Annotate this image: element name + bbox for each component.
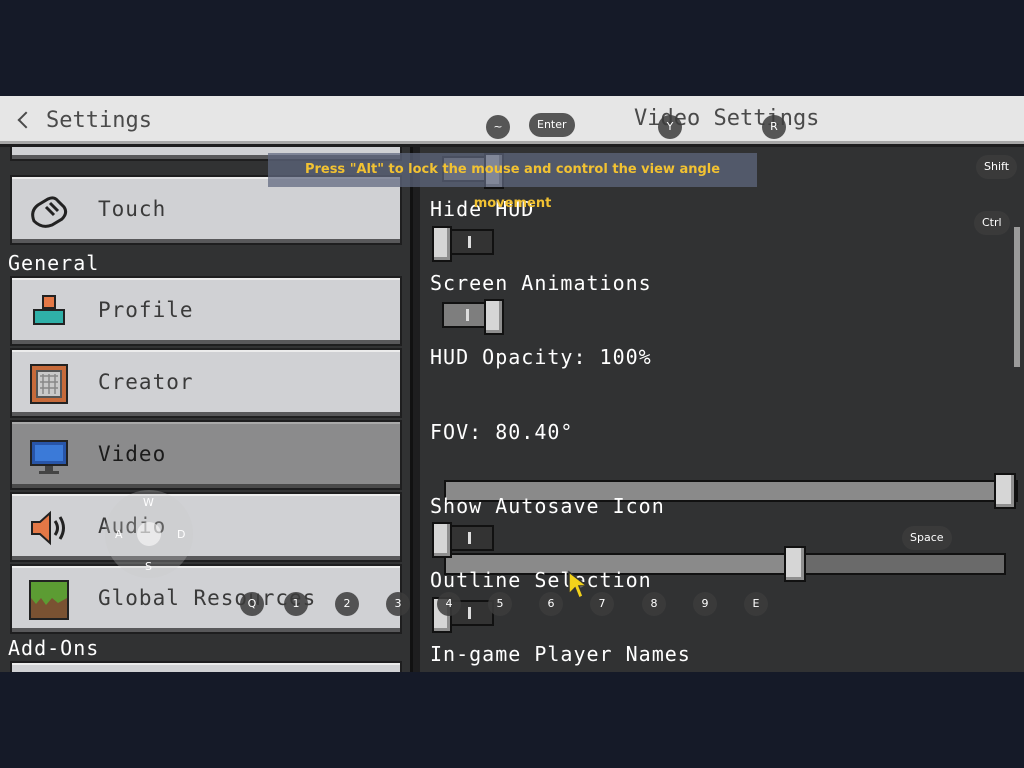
- toggle-knob[interactable]: [484, 299, 504, 335]
- setting-label-screen-animations: Screen Animations: [430, 271, 652, 295]
- key-tilde[interactable]: ~: [486, 115, 510, 139]
- sidebar-item-label: Profile: [98, 298, 194, 322]
- key-r[interactable]: R: [762, 115, 786, 139]
- back-button[interactable]: Settings: [14, 104, 152, 136]
- setting-label-show-autosave-icon: Show Autosave Icon: [430, 494, 665, 518]
- key-1[interactable]: 1: [284, 592, 308, 616]
- touch-icon: [31, 196, 68, 228]
- settings-scrollbar[interactable]: [1014, 227, 1020, 367]
- grass-block-icon: [29, 580, 69, 620]
- toggle-pip: [468, 607, 471, 619]
- toggle-knob[interactable]: [432, 226, 452, 262]
- key-5[interactable]: 5: [488, 592, 512, 616]
- monitor-icon: [30, 440, 68, 474]
- movement-joystick[interactable]: W A S D: [105, 490, 193, 578]
- sidebar-item-label: Video: [98, 442, 167, 466]
- key-4[interactable]: 4: [437, 592, 461, 616]
- setting-label-outline-selection: Outline Selection: [430, 568, 652, 592]
- joystick-w-label: W: [143, 496, 154, 509]
- key-6[interactable]: 6: [539, 592, 563, 616]
- mouse-cursor-icon: [568, 570, 589, 600]
- key-3[interactable]: 3: [386, 592, 410, 616]
- key-y[interactable]: Y: [658, 115, 682, 139]
- key-enter[interactable]: Enter: [529, 113, 575, 137]
- key-shift[interactable]: Shift: [976, 155, 1018, 179]
- key-q[interactable]: Q: [240, 592, 264, 616]
- mouse-lock-hint-banner: Press "Alt" to lock the mouse and contro…: [268, 153, 757, 211]
- joystick-d-label: D: [177, 528, 186, 541]
- toggle-pip: [468, 532, 471, 544]
- slider-knob[interactable]: [784, 546, 806, 582]
- setting-label-ingame-player-names: In-game Player Names: [430, 642, 691, 666]
- joystick-thumb[interactable]: [137, 522, 161, 546]
- column-divider: [410, 147, 420, 672]
- key-8[interactable]: 8: [642, 592, 666, 616]
- sidebar-item-label: Creator: [98, 370, 194, 394]
- section-heading-general: General: [8, 251, 100, 275]
- toggle-pip: [466, 309, 469, 321]
- key-e[interactable]: E: [744, 592, 768, 616]
- video-settings-panel[interactable]: Hide HUD Screen Animations HUD Opacity: …: [420, 147, 1024, 672]
- toggle-pip: [468, 236, 471, 248]
- sidebar-item-audio[interactable]: Audio: [10, 492, 402, 562]
- section-heading-add-ons: Add-Ons: [8, 636, 100, 660]
- joystick-s-label: S: [145, 560, 152, 573]
- key-space[interactable]: Space: [902, 526, 952, 550]
- toggle-knob[interactable]: [432, 522, 452, 558]
- screen-animations-toggle[interactable]: [442, 299, 504, 335]
- sidebar-item-label: Touch: [98, 197, 167, 221]
- creator-icon: [30, 364, 68, 404]
- key-2[interactable]: 2: [335, 592, 359, 616]
- setting-label-fov: FOV: 80.40°: [430, 420, 574, 444]
- slider-knob[interactable]: [994, 473, 1016, 509]
- back-label: Settings: [46, 107, 152, 133]
- profile-icon: [33, 295, 65, 325]
- hide-hud-toggle[interactable]: [432, 226, 494, 262]
- chevron-left-icon: [17, 111, 35, 129]
- joystick-a-label: A: [115, 528, 123, 541]
- sidebar-item-next[interactable]: [10, 661, 402, 672]
- sidebar-item-video[interactable]: Video: [10, 420, 402, 490]
- key-9[interactable]: 9: [693, 592, 717, 616]
- show-autosave-icon-toggle[interactable]: [432, 522, 494, 558]
- setting-label-hud-opacity: HUD Opacity: 100%: [430, 345, 652, 369]
- sidebar-item-creator[interactable]: Creator: [10, 348, 402, 418]
- speaker-icon: [31, 510, 65, 546]
- settings-header: Settings Video Settings: [0, 96, 1024, 144]
- key-7[interactable]: 7: [590, 592, 614, 616]
- sidebar-item-profile[interactable]: Profile: [10, 276, 402, 346]
- key-ctrl[interactable]: Ctrl: [974, 211, 1010, 235]
